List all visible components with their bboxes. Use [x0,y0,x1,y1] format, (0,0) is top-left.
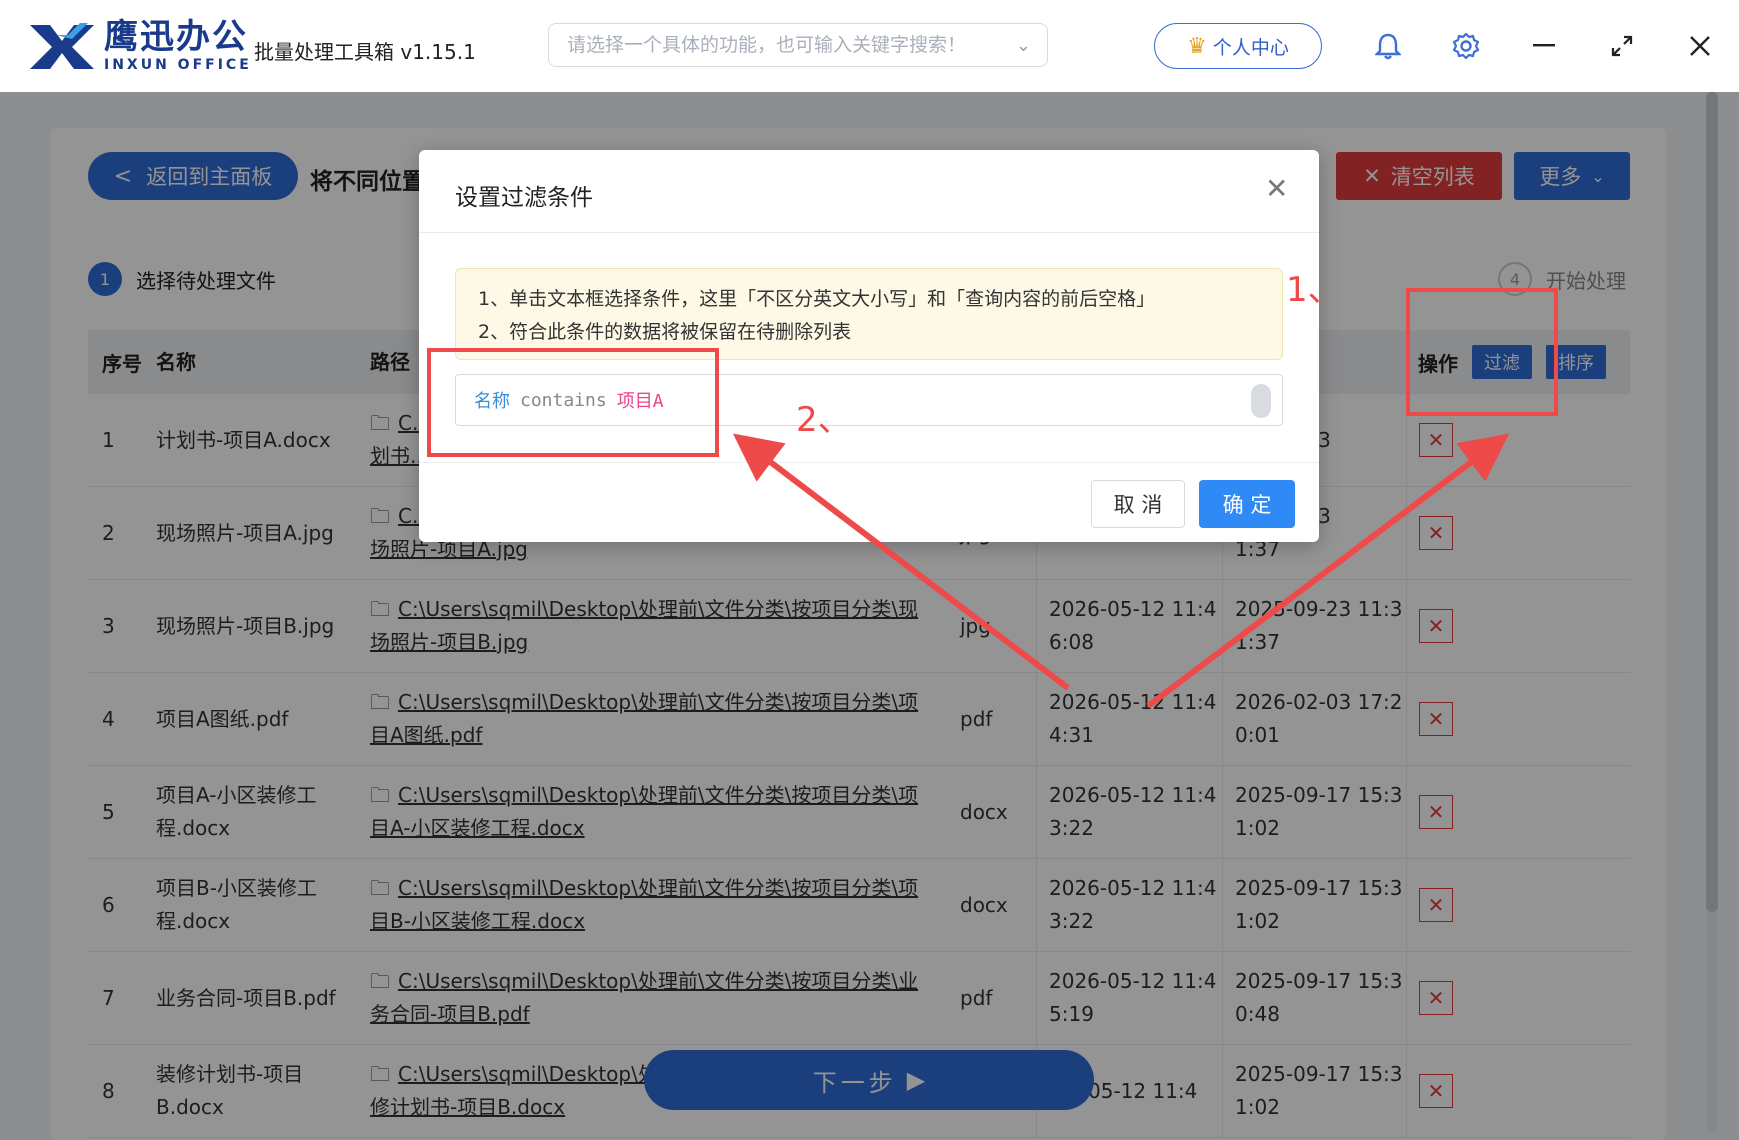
arrow-to-filter [1146,433,1510,709]
annotation-arrows [732,433,1510,709]
arrow-to-input [732,433,1070,691]
